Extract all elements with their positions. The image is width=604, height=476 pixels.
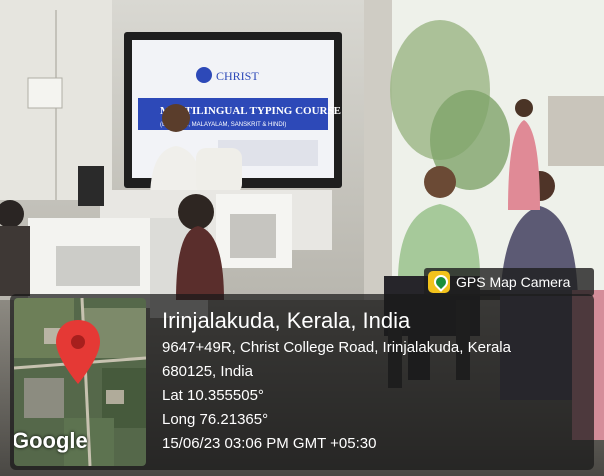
- map-thumbnail: Google: [14, 298, 146, 466]
- college-logo-icon: [196, 67, 212, 83]
- geotag-details: Irinjalakuda, Kerala, India 9647+49R, Ch…: [162, 306, 586, 456]
- gps-camera-icon: [428, 271, 450, 293]
- wall-notice: [27, 77, 63, 109]
- location-name: Irinjalakuda, Kerala, India: [162, 308, 411, 333]
- speaker-head: [162, 104, 190, 132]
- address-line-1: 9647+49R, Christ College Road, Irinjalak…: [162, 339, 511, 356]
- address-line-2: 680125, India: [162, 363, 253, 380]
- keyboard-chart: [230, 214, 276, 258]
- longitude: Long 76.21365°: [162, 411, 269, 428]
- latitude: Lat 10.355505°: [162, 387, 264, 404]
- audience-head: [178, 194, 214, 230]
- audience-body-2: [0, 226, 30, 296]
- speaker-arm: [196, 148, 242, 194]
- standing-woman-head: [515, 99, 533, 117]
- door-frame: [364, 0, 392, 300]
- monitor: [78, 166, 104, 206]
- gps-camera-badge: GPS Map Camera: [424, 268, 594, 296]
- distant-building: [548, 96, 604, 166]
- map-brand: Google: [14, 428, 88, 453]
- banner-chart: [56, 246, 140, 286]
- photo-scene: CHRIST MULTILINGUAL TYPING COURSE (ENGLI…: [0, 0, 604, 476]
- guest-head: [424, 166, 456, 198]
- slide-logo-text: CHRIST: [216, 69, 259, 83]
- timestamp: 15/06/23 03:06 PM GMT +05:30: [162, 435, 377, 452]
- gps-camera-label: GPS Map Camera: [456, 274, 571, 290]
- location-pin-dot: [71, 335, 85, 349]
